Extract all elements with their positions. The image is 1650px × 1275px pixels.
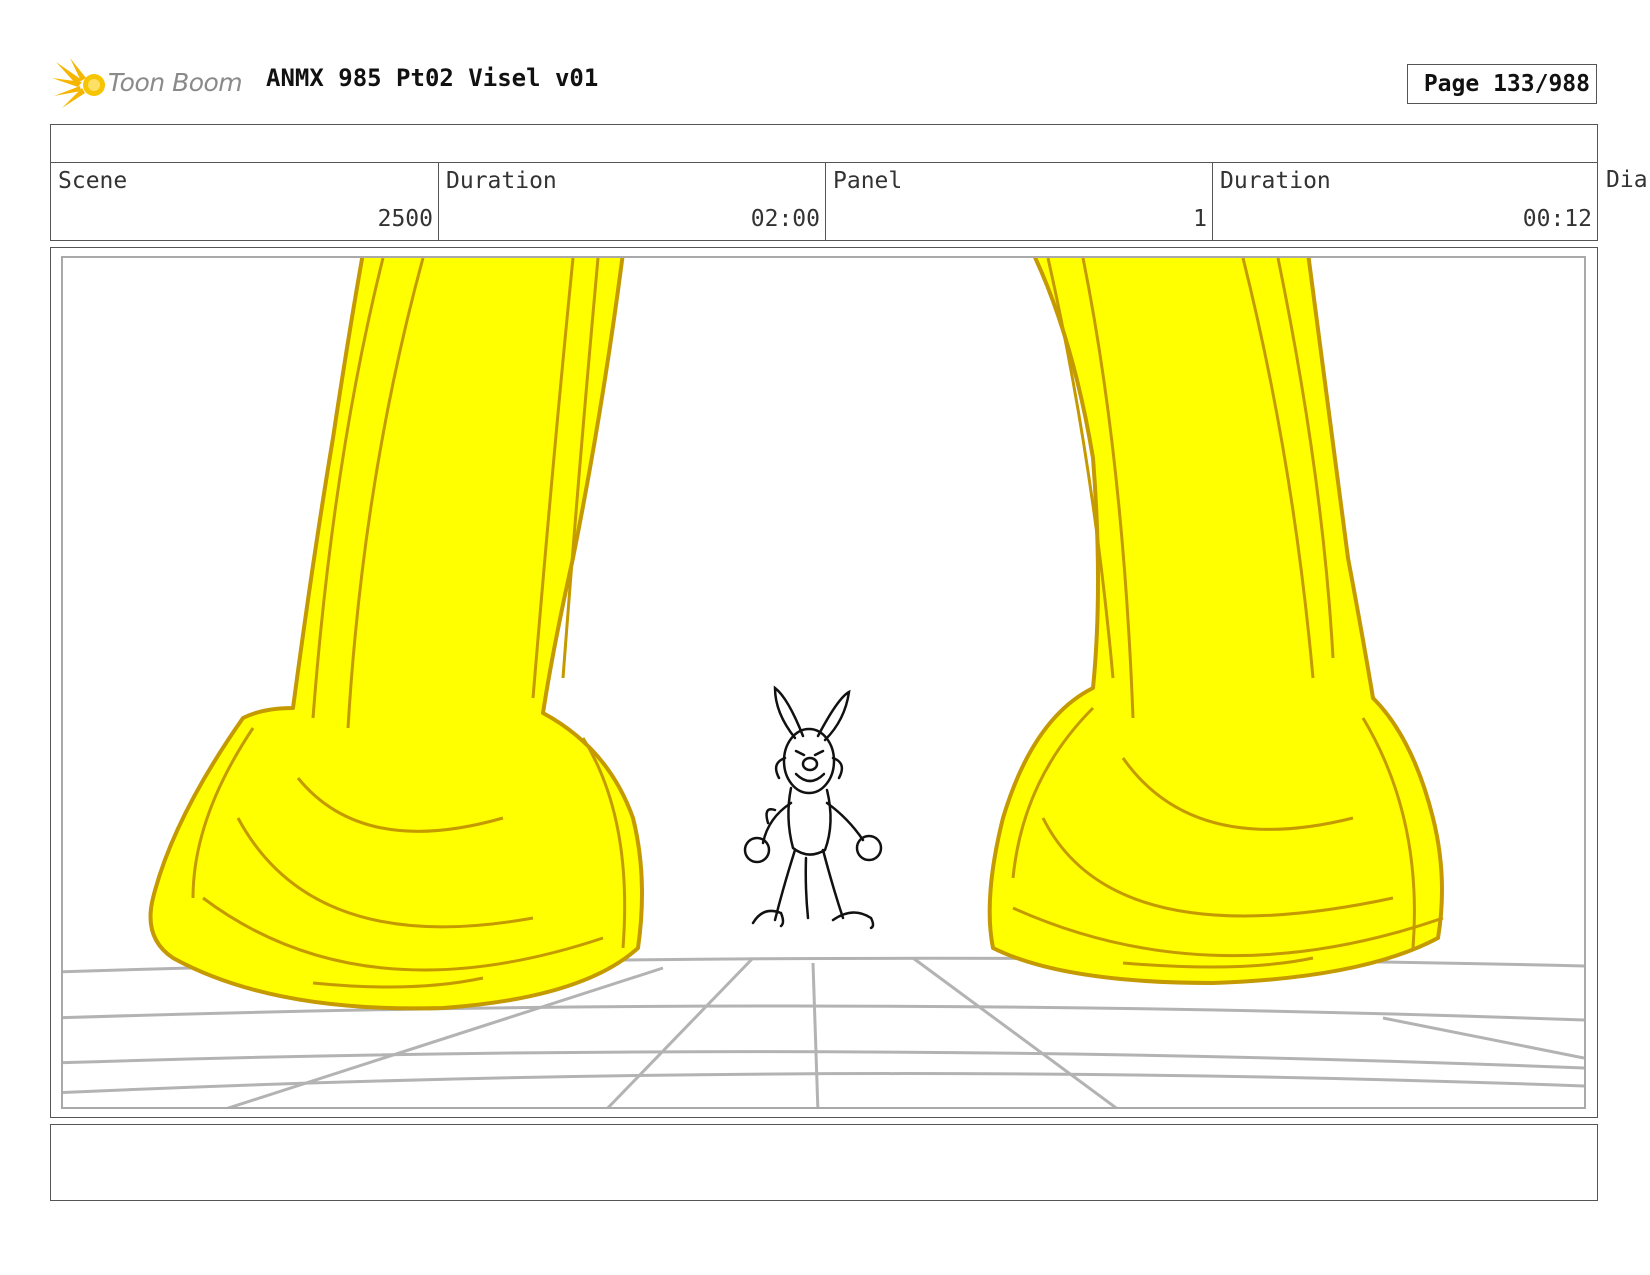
- panel-duration-value: 00:12: [1522, 206, 1592, 232]
- document-title: ANMX 985 Pt02 Visel v01: [266, 64, 599, 92]
- scene-value: 2500: [377, 206, 433, 232]
- panel-label: Panel: [833, 168, 903, 194]
- right-giant-leg: [987, 258, 1444, 985]
- left-giant-leg: [148, 258, 644, 1011]
- dialog-label: Dia: [1606, 167, 1648, 193]
- logo-text: Toon Boom: [108, 68, 243, 97]
- panel-cell: Panel 1: [825, 162, 1213, 241]
- scene-duration-label: Duration: [446, 168, 557, 194]
- panel-drawing: [63, 258, 1584, 1107]
- page-number: Page 133/988: [1423, 71, 1590, 97]
- panel-duration-label: Duration: [1220, 168, 1331, 194]
- notes-box: [50, 1124, 1598, 1201]
- panel-value: 1: [1193, 206, 1207, 232]
- scene-duration-cell: Duration 02:00: [438, 162, 826, 241]
- scene-label: Scene: [58, 168, 128, 194]
- info-row: Scene 2500 Duration 02:00 Panel 1 Durati…: [50, 162, 1650, 241]
- storyboard-panel-image: [61, 256, 1586, 1109]
- panel-duration-cell: Duration 00:12: [1212, 162, 1598, 241]
- sequence-strip: [50, 124, 1598, 163]
- starburst-icon: [52, 58, 105, 108]
- character-sketch: [743, 685, 883, 930]
- toon-boom-logo: Toon Boom: [52, 56, 252, 112]
- scene-cell: Scene 2500: [50, 162, 439, 241]
- page-number-box: Page 133/988: [1407, 64, 1597, 104]
- scene-duration-value: 02:00: [750, 206, 820, 232]
